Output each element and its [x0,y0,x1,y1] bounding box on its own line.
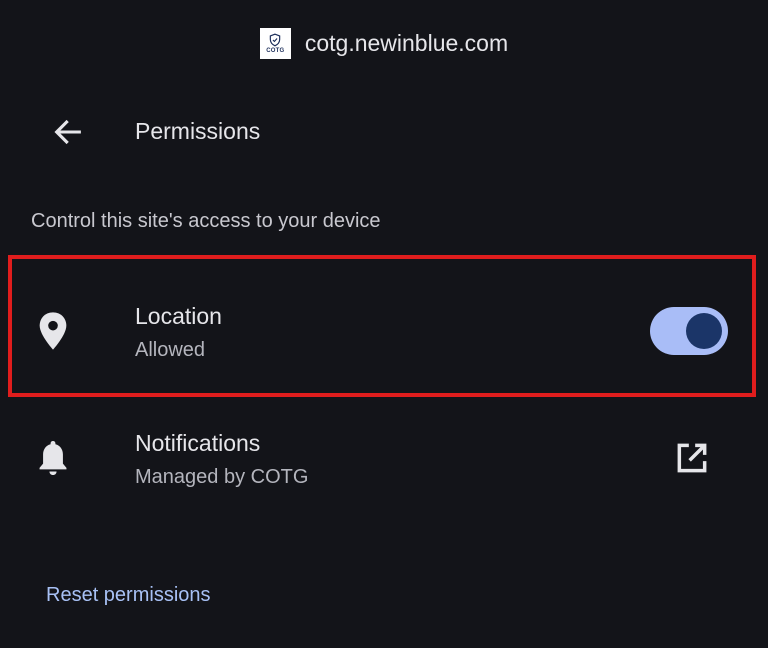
section-description: Control this site's access to your devic… [31,210,381,232]
permission-row-notifications[interactable]: Notifications Managed by COTG [0,390,768,530]
external-link-button[interactable] [668,434,716,482]
back-button[interactable] [40,108,96,156]
permission-status-notifications: Managed by COTG [135,466,309,488]
permission-status-location: Allowed [135,339,206,361]
site-logo: COTG [259,27,291,59]
top-bar: Permissions [0,104,768,160]
bell-icon-wrap [30,435,76,481]
external-link-icon [677,443,707,473]
location-toggle[interactable] [650,307,728,355]
page-title: Permissions [135,118,261,144]
arrow-left-icon [54,119,81,145]
shield-icon [270,33,281,46]
location-pin-icon-wrap [30,308,76,354]
reset-permissions-link[interactable]: Reset permissions [46,584,211,607]
permission-title-location: Location [135,303,222,329]
permission-row-location[interactable]: Location Allowed [0,255,768,395]
bell-icon [39,441,67,475]
site-header: COTG cotg.newinblue.com [0,25,768,61]
location-pin-icon [39,312,67,350]
permission-title-notifications: Notifications [135,430,261,456]
toggle-knob [686,313,722,349]
site-url: cotg.newinblue.com [304,29,509,56]
site-logo-text: COTG [266,47,285,54]
